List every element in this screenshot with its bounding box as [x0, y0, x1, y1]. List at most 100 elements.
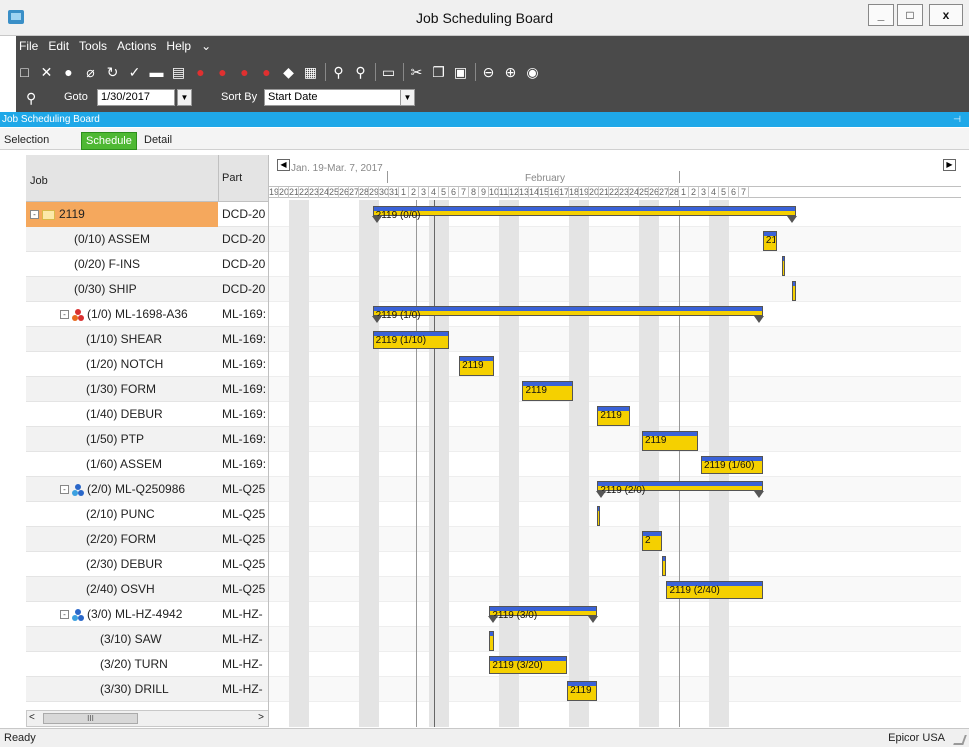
table-row[interactable]: (1/50) PTP ML-169: — [26, 427, 268, 452]
table-row[interactable]: (2/40) OSVH ML-Q25 — [26, 577, 268, 602]
job-cell[interactable]: - (2/0) ML-Q250986 — [26, 477, 218, 502]
operation-bar[interactable] — [597, 506, 601, 526]
part-cell[interactable]: DCD-20 — [219, 277, 268, 302]
part-cell[interactable]: ML-Q25 — [219, 552, 268, 577]
sortby-select[interactable]: Start Date — [264, 89, 414, 106]
operation-bar[interactable]: 2119 (1/10) — [372, 331, 449, 349]
table-row[interactable]: (1/60) ASSEM ML-169: — [26, 452, 268, 477]
job-cell[interactable]: (2/10) PUNC — [26, 502, 218, 527]
table-row[interactable]: (1/20) NOTCH ML-169: — [26, 352, 268, 377]
operation-bar[interactable]: 2119 (3/20) — [489, 656, 568, 674]
operation-bar[interactable]: 2119 — [459, 356, 494, 376]
summary-bar[interactable]: 2119 (1/0) — [372, 306, 763, 321]
clipboard-icon[interactable]: ▤ — [170, 64, 187, 81]
delete-icon[interactable]: ✕ — [38, 64, 55, 81]
part-cell[interactable]: ML-Q25 — [219, 527, 268, 552]
refresh-icon[interactable]: ↻ — [104, 64, 121, 81]
chat-icon[interactable]: ● — [60, 64, 77, 81]
collapse-icon[interactable]: - — [60, 310, 69, 320]
gantt-next-button[interactable]: ▶ — [943, 159, 956, 171]
part-cell[interactable]: ML-169: — [219, 302, 268, 327]
table-row[interactable]: - 2119 DCD-20 — [26, 202, 268, 227]
job-cell[interactable]: (1/40) DEBUR — [26, 402, 218, 427]
table-row[interactable]: (2/20) FORM ML-Q25 — [26, 527, 268, 552]
tab-schedule[interactable]: Schedule — [81, 132, 137, 150]
operation-bar[interactable]: 2 — [641, 531, 663, 551]
table-row[interactable]: (0/20) F-INS DCD-20 — [26, 252, 268, 277]
operation-bar[interactable] — [662, 556, 667, 576]
table-row[interactable]: - (1/0) ML-1698-A36 ML-169: — [26, 302, 268, 327]
job-cell[interactable]: (0/10) ASSEM — [26, 227, 218, 252]
calendar-icon[interactable]: ▦ — [302, 64, 319, 81]
menu-file[interactable]: File — [18, 39, 39, 57]
job-cell[interactable]: - (1/0) ML-1698-A36 — [26, 302, 218, 327]
scroll-right-button[interactable]: > — [258, 712, 264, 723]
part-cell[interactable]: DCD-20 — [219, 252, 268, 277]
part-cell[interactable]: DCD-20 — [219, 227, 268, 252]
menu-actions[interactable]: Actions — [116, 39, 157, 57]
zoom-out-icon[interactable]: ⚲ — [352, 64, 369, 81]
table-row[interactable]: (1/30) FORM ML-169: — [26, 377, 268, 402]
open-icon[interactable]: ▬ — [148, 64, 165, 81]
operation-bar[interactable]: 2119 — [641, 431, 699, 451]
menu-overflow-icon[interactable]: ⌄ — [200, 39, 212, 57]
copy-icon[interactable]: ❐ — [430, 64, 447, 81]
summary-bar[interactable]: 2119 (3/0) — [489, 606, 598, 621]
table-row[interactable]: (2/30) DEBUR ML-Q25 — [26, 552, 268, 577]
goto-date-input[interactable]: 1/30/2017 — [97, 89, 175, 106]
job-cell[interactable]: (0/20) F-INS — [26, 252, 218, 277]
job-cell[interactable]: (3/20) TURN — [26, 652, 218, 677]
summary-bar[interactable]: 2119 (2/0) — [597, 481, 763, 496]
binoculars-icon[interactable]: ⚲ — [26, 90, 36, 107]
table-row[interactable]: (1/40) DEBUR ML-169: — [26, 402, 268, 427]
operation-bar[interactable] — [791, 281, 797, 301]
person-check-icon[interactable]: ● — [214, 64, 231, 81]
menu-edit[interactable]: Edit — [47, 39, 70, 57]
gantt-prev-button[interactable]: ◀ — [277, 159, 290, 171]
tab-selection[interactable]: Selection — [0, 132, 53, 150]
part-cell[interactable]: ML-169: — [219, 377, 268, 402]
operation-bar[interactable]: 2119 — [597, 406, 631, 426]
column-divider[interactable] — [218, 155, 219, 202]
part-cell[interactable]: ML-169: — [219, 327, 268, 352]
part-cell[interactable]: ML-HZ- — [219, 602, 268, 627]
collapse-icon[interactable]: - — [60, 610, 69, 620]
table-row[interactable]: (3/30) DRILL ML-HZ- — [26, 677, 268, 702]
maximize-button[interactable]: □ — [897, 4, 923, 26]
part-cell[interactable]: ML-Q25 — [219, 477, 268, 502]
job-cell[interactable]: (0/30) SHIP — [26, 277, 218, 302]
table-row[interactable]: (2/10) PUNC ML-Q25 — [26, 502, 268, 527]
person-red-icon[interactable]: ● — [192, 64, 209, 81]
job-cell[interactable]: (1/60) ASSEM — [26, 452, 218, 477]
job-cell[interactable]: (2/40) OSVH — [26, 577, 218, 602]
job-cell[interactable]: (3/30) DRILL — [26, 677, 218, 702]
table-row[interactable]: (3/20) TURN ML-HZ- — [26, 652, 268, 677]
table-row[interactable]: (3/10) SAW ML-HZ- — [26, 627, 268, 652]
job-cell[interactable]: (2/20) FORM — [26, 527, 218, 552]
scroll-thumb[interactable]: III — [43, 713, 138, 724]
gantt-body[interactable]: 2119 (0/0) 21 2119 (1/0) 2119 (1/10) 2119 211… — [269, 200, 961, 727]
collapse-icon[interactable]: - — [60, 485, 69, 495]
job-cell[interactable]: (3/10) SAW — [26, 627, 218, 652]
part-cell[interactable]: ML-169: — [219, 427, 268, 452]
table-row[interactable]: (1/10) SHEAR ML-169: — [26, 327, 268, 352]
goto-dropdown-button[interactable]: ▼ — [177, 89, 192, 106]
close-button[interactable]: x — [929, 4, 963, 26]
grid-horizontal-scrollbar[interactable]: < III > — [26, 710, 269, 727]
operation-bar[interactable] — [781, 256, 785, 276]
tab-detail[interactable]: Detail — [140, 132, 176, 150]
part-cell[interactable]: ML-169: — [219, 402, 268, 427]
zoom-in-icon[interactable]: ⚲ — [330, 64, 347, 81]
table-row[interactable]: (0/30) SHIP DCD-20 — [26, 277, 268, 302]
pin-icon[interactable]: ⊣ — [953, 112, 961, 127]
operation-bar[interactable]: 2119 — [522, 381, 573, 401]
collapse-icon[interactable]: - — [30, 210, 39, 220]
part-cell[interactable]: ML-169: — [219, 352, 268, 377]
attach-icon[interactable]: ⌀ — [82, 64, 99, 81]
part-cell[interactable]: ML-Q25 — [219, 502, 268, 527]
part-cell[interactable]: DCD-20 — [219, 202, 268, 227]
part-cell[interactable]: ML-169: — [219, 452, 268, 477]
job-cell[interactable]: (1/30) FORM — [26, 377, 218, 402]
table-row[interactable]: (0/10) ASSEM DCD-20 — [26, 227, 268, 252]
job-cell[interactable]: - (3/0) ML-HZ-4942 — [26, 602, 218, 627]
